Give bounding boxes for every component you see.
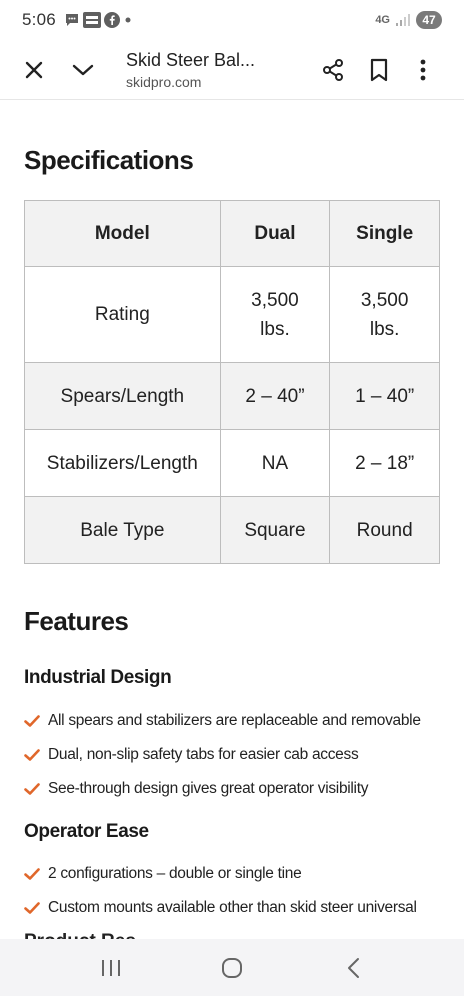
cell-dual: 3,500 lbs.: [219, 266, 331, 363]
item-text: All spears and stabilizers are replaceab…: [48, 712, 421, 729]
item-text: See-through design gives great operator …: [48, 780, 369, 797]
cell-value: 3,500 lbs.: [360, 289, 409, 340]
back-button[interactable]: [333, 948, 373, 988]
fox-news-icon: [82, 12, 101, 28]
check-icon: [24, 868, 40, 880]
notification-icons: [64, 12, 133, 28]
cell-dual: 2 – 40”: [219, 362, 331, 430]
bookmark-icon: [370, 58, 388, 81]
list-item: See-through design gives great operator …: [24, 772, 421, 806]
item-text: Custom mounts available other than skid …: [48, 899, 417, 916]
page-title: Skid Steer Bal...: [126, 49, 256, 70]
operator-ease-list: 2 configurations – double or single tine…: [24, 857, 417, 925]
operator-ease-heading: Operator Ease: [24, 821, 149, 842]
cell-single: 3,500 lbs.: [329, 266, 440, 363]
industrial-design-list: All spears and stabilizers are replaceab…: [24, 704, 421, 806]
product-resources-heading: Product Res: [24, 931, 136, 939]
check-icon: [24, 749, 40, 761]
table-row: Rating 3,500 lbs. 3,500 lbs.: [24, 266, 440, 363]
home-button[interactable]: [212, 948, 252, 988]
check-icon: [24, 902, 40, 914]
chat-icon: [65, 14, 78, 26]
specifications-heading: Specifications: [24, 145, 194, 175]
features-heading: Features: [24, 606, 129, 636]
close-button[interactable]: [19, 55, 49, 85]
table-row: Spears/Length 2 – 40” 1 – 40”: [24, 362, 440, 430]
list-item: Custom mounts available other than skid …: [24, 891, 417, 925]
status-time: 5:06: [22, 10, 56, 29]
list-item: All spears and stabilizers are replaceab…: [24, 704, 421, 738]
page-info[interactable]: Skid Steer Bal... skidpro.com: [126, 50, 286, 90]
row-label: Bale Type: [24, 496, 221, 564]
table-row: Stabilizers/Length NA 2 – 18”: [24, 429, 440, 497]
share-button[interactable]: [318, 55, 348, 85]
system-nav-bar: [0, 939, 464, 996]
item-text: Dual, non-slip safety tabs for easier ca…: [48, 746, 359, 763]
recent-apps-icon: [101, 959, 120, 976]
cell-dual: NA: [219, 429, 331, 497]
bookmark-button[interactable]: [364, 55, 394, 85]
facebook-icon: [103, 12, 120, 28]
minimize-button[interactable]: [68, 55, 98, 85]
list-item: Dual, non-slip safety tabs for easier ca…: [24, 738, 421, 772]
cell-single: 2 – 18”: [329, 429, 440, 497]
row-label: Spears/Length: [24, 362, 221, 430]
header-model: Model: [24, 200, 221, 267]
status-bar: 5:06 4G 47: [0, 0, 464, 40]
status-right: 4G 47: [375, 11, 442, 29]
cell-dual: Square: [219, 496, 331, 564]
close-icon: [25, 61, 43, 78]
more-options-button[interactable]: [408, 55, 438, 85]
share-icon: [323, 58, 343, 81]
header-dual: Dual: [219, 200, 331, 267]
signal-icon: [396, 14, 410, 26]
table-header-row: Model Dual Single: [24, 200, 440, 267]
dot-icon: [125, 17, 131, 23]
battery-indicator: 47: [416, 11, 442, 29]
more-vert-icon: [420, 59, 426, 80]
check-icon: [24, 783, 40, 795]
home-icon: [221, 957, 242, 978]
chevron-down-icon: [72, 64, 94, 75]
check-icon: [24, 715, 40, 727]
recent-apps-button[interactable]: [91, 948, 131, 988]
row-label: Stabilizers/Length: [24, 429, 221, 497]
back-icon: [348, 957, 360, 978]
network-type: 4G: [375, 14, 390, 26]
item-text: 2 configurations – double or single tine: [48, 865, 302, 882]
industrial-design-heading: Industrial Design: [24, 667, 172, 688]
page-url: skidpro.com: [126, 73, 202, 90]
cell-single: 1 – 40”: [329, 362, 440, 430]
row-label: Rating: [24, 266, 221, 363]
table-row: Bale Type Square Round: [24, 496, 440, 564]
custom-tab-toolbar: Skid Steer Bal... skidpro.com: [0, 40, 464, 100]
specifications-table: Model Dual Single Rating 3,500 lbs. 3,50…: [24, 200, 440, 564]
page-content[interactable]: Specifications Model Dual Single Rating …: [0, 101, 464, 939]
cell-value: 3,500 lbs.: [251, 289, 299, 340]
list-item: 2 configurations – double or single tine: [24, 857, 417, 891]
cell-single: Round: [329, 496, 440, 564]
header-single: Single: [329, 200, 440, 267]
